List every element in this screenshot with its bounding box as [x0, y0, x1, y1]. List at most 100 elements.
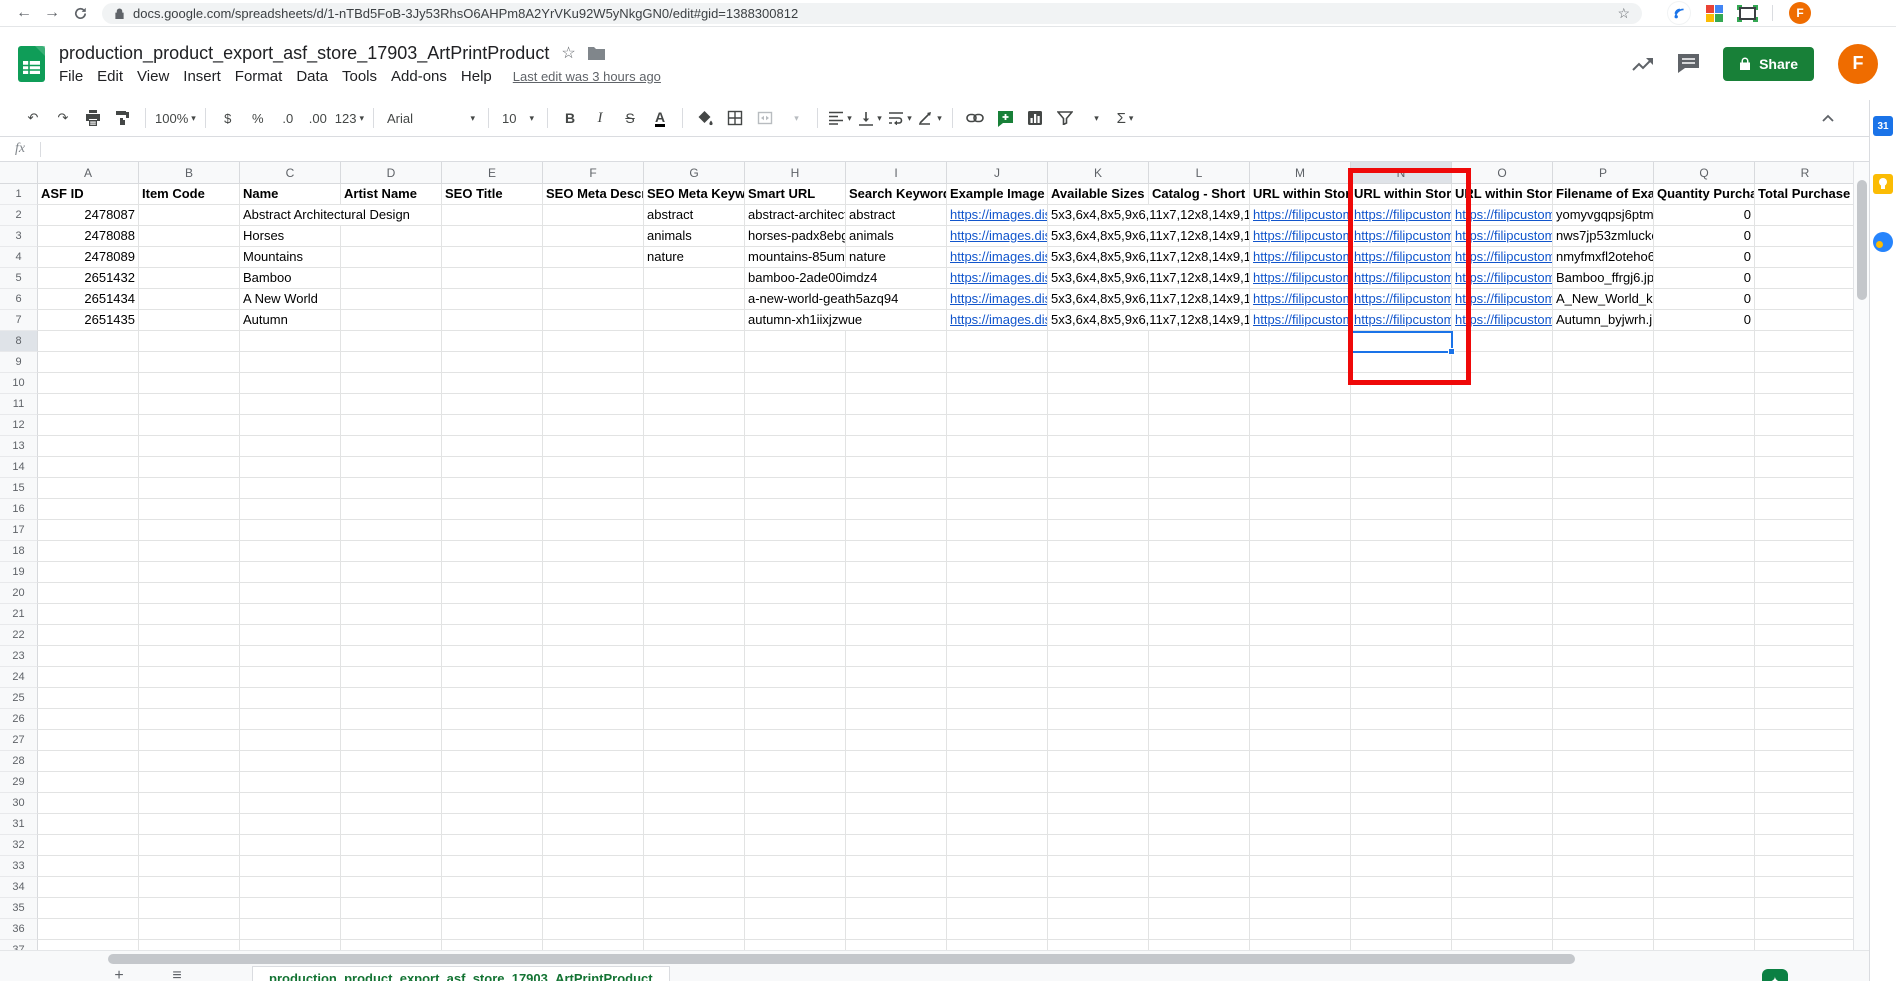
cell-H24[interactable] [745, 667, 846, 688]
menu-file[interactable]: File [52, 68, 90, 85]
row-header-7[interactable]: 7 [0, 310, 38, 331]
menu-edit[interactable]: Edit [90, 68, 130, 85]
cell-G6[interactable] [644, 289, 745, 310]
cell-H27[interactable] [745, 730, 846, 751]
cell-C26[interactable] [240, 709, 341, 730]
cell-Q12[interactable] [1654, 415, 1755, 436]
cell-B11[interactable] [139, 394, 240, 415]
cell-H21[interactable] [745, 604, 846, 625]
cell-H8[interactable] [745, 331, 846, 352]
cell-P9[interactable] [1553, 352, 1654, 373]
cell-N22[interactable] [1351, 625, 1452, 646]
text-color-button[interactable]: A [647, 105, 673, 131]
cell-R17[interactable] [1755, 520, 1856, 541]
cell-C18[interactable] [240, 541, 341, 562]
cell-D33[interactable] [341, 856, 442, 877]
cell-L22[interactable] [1149, 625, 1250, 646]
cell-C24[interactable] [240, 667, 341, 688]
cell-O23[interactable] [1452, 646, 1553, 667]
cell-O29[interactable] [1452, 772, 1553, 793]
cell-I20[interactable] [846, 583, 947, 604]
column-header-M[interactable]: M [1250, 162, 1351, 184]
cell-K2[interactable]: 5x3,6x4,8x5,9x6,11x7,12x8,14x9,1 [1048, 205, 1250, 226]
cell-E13[interactable] [442, 436, 543, 457]
cell-E36[interactable] [442, 919, 543, 940]
collapse-toolbar-button[interactable] [1815, 105, 1841, 131]
screenshot-extension-icon[interactable] [1739, 7, 1756, 20]
insert-chart-button[interactable] [1022, 105, 1048, 131]
cell-N26[interactable] [1351, 709, 1452, 730]
row-header-28[interactable]: 28 [0, 751, 38, 772]
column-header-K[interactable]: K [1048, 162, 1149, 184]
cell-I32[interactable] [846, 835, 947, 856]
cell-N34[interactable] [1351, 877, 1452, 898]
column-header-B[interactable]: B [139, 162, 240, 184]
cell-O30[interactable] [1452, 793, 1553, 814]
column-header-L[interactable]: L [1149, 162, 1250, 184]
cell-E27[interactable] [442, 730, 543, 751]
cell-R25[interactable] [1755, 688, 1856, 709]
cell-H18[interactable] [745, 541, 846, 562]
cell-P6[interactable]: A_New_World_k [1553, 289, 1654, 310]
cell-A29[interactable] [38, 772, 139, 793]
cell-N29[interactable] [1351, 772, 1452, 793]
last-edit-link[interactable]: Last edit was 3 hours ago [513, 69, 661, 84]
cell-R32[interactable] [1755, 835, 1856, 856]
cell-M15[interactable] [1250, 478, 1351, 499]
cell-B20[interactable] [139, 583, 240, 604]
insert-comment-button[interactable] [992, 105, 1018, 131]
cell-E16[interactable] [442, 499, 543, 520]
cell-N14[interactable] [1351, 457, 1452, 478]
cell-M10[interactable] [1250, 373, 1351, 394]
cell-J19[interactable] [947, 562, 1048, 583]
cell-R4[interactable] [1755, 247, 1856, 268]
cell-J6[interactable]: https://images.dis [947, 289, 1048, 310]
cell-P34[interactable] [1553, 877, 1654, 898]
cell-K16[interactable] [1048, 499, 1149, 520]
cell-J35[interactable] [947, 898, 1048, 919]
cell-P36[interactable] [1553, 919, 1654, 940]
row-header-10[interactable]: 10 [0, 373, 38, 394]
row-header-9[interactable]: 9 [0, 352, 38, 373]
row-header-14[interactable]: 14 [0, 457, 38, 478]
cell-I33[interactable] [846, 856, 947, 877]
cell-L34[interactable] [1149, 877, 1250, 898]
cell-I22[interactable] [846, 625, 947, 646]
cell-A7[interactable]: 2651435 [38, 310, 139, 331]
cell-P14[interactable] [1553, 457, 1654, 478]
cell-B31[interactable] [139, 814, 240, 835]
cell-M19[interactable] [1250, 562, 1351, 583]
cell-H16[interactable] [745, 499, 846, 520]
cell-N30[interactable] [1351, 793, 1452, 814]
cell-C12[interactable] [240, 415, 341, 436]
cell-G3[interactable]: animals [644, 226, 745, 247]
cell-B37[interactable] [139, 940, 240, 950]
cell-O18[interactable] [1452, 541, 1553, 562]
row-header-22[interactable]: 22 [0, 625, 38, 646]
cell-I27[interactable] [846, 730, 947, 751]
cell-R21[interactable] [1755, 604, 1856, 625]
cell-O26[interactable] [1452, 709, 1553, 730]
cell-K22[interactable] [1048, 625, 1149, 646]
cell-M9[interactable] [1250, 352, 1351, 373]
cell-L10[interactable] [1149, 373, 1250, 394]
cell-D24[interactable] [341, 667, 442, 688]
cell-A23[interactable] [38, 646, 139, 667]
cell-L13[interactable] [1149, 436, 1250, 457]
cell-P19[interactable] [1553, 562, 1654, 583]
cell-E32[interactable] [442, 835, 543, 856]
cell-P11[interactable] [1553, 394, 1654, 415]
cell-C6[interactable]: A New World [240, 289, 341, 310]
cell-G9[interactable] [644, 352, 745, 373]
select-all-corner[interactable] [0, 162, 38, 184]
cell-M23[interactable] [1250, 646, 1351, 667]
cell-K3[interactable]: 5x3,6x4,8x5,9x6,11x7,12x8,14x9,1 [1048, 226, 1250, 247]
cell-A17[interactable] [38, 520, 139, 541]
cell-E12[interactable] [442, 415, 543, 436]
cell-C10[interactable] [240, 373, 341, 394]
cell-J21[interactable] [947, 604, 1048, 625]
cell-P26[interactable] [1553, 709, 1654, 730]
font-size-select[interactable]: 10▾ [498, 105, 538, 131]
cell-R13[interactable] [1755, 436, 1856, 457]
browser-back-button[interactable]: ← [10, 1, 38, 25]
